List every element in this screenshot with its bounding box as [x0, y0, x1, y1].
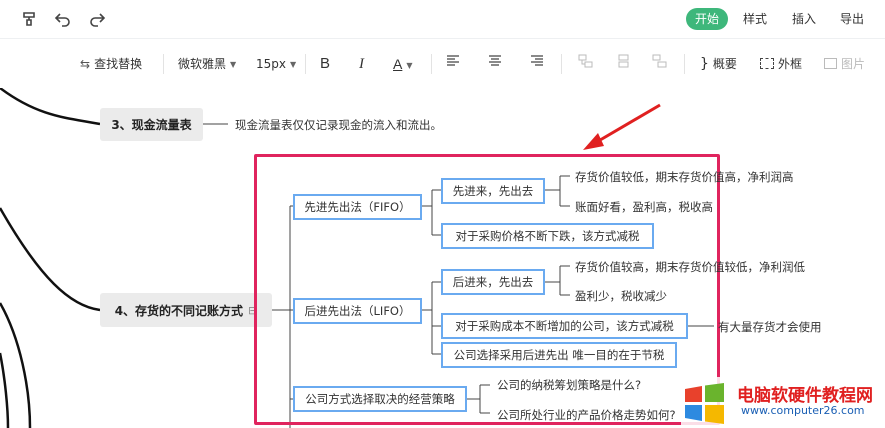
italic-button[interactable]: I [359, 54, 364, 74]
watermark-title: 电脑软硬件教程网 [737, 386, 873, 406]
tab-insert[interactable]: 插入 [792, 8, 816, 30]
child-node-icon [578, 54, 593, 68]
divider [684, 54, 685, 74]
node-fifo-tax-note[interactable]: 对于采购价格不断下跌，该方式减税 [441, 223, 654, 249]
chevron-down-icon: ▼ [290, 60, 297, 69]
node-lifo-tax-note[interactable]: 对于采购成本不断增加的公司，该方式减税 [441, 313, 688, 339]
node-strategy-price-trend[interactable]: 公司所处行业的产品价格走势如何? [497, 407, 676, 423]
node-fifo-low-value[interactable]: 存货价值较低，期末存货价值高，净利润高 [575, 169, 794, 185]
node-label: 4、存货的不同记账方式 [114, 303, 244, 318]
node-label: 3、现金流量表 [111, 118, 192, 132]
node-lifo-last-in[interactable]: 后进来，先出去 [441, 269, 545, 295]
node-lifo-purpose[interactable]: 公司选择采用后进先出 唯一目的在于节税 [441, 342, 677, 368]
find-replace-button[interactable]: ⇆ 查找替换 [80, 54, 142, 74]
outer-frame-label: 外框 [778, 57, 803, 71]
node-cash-flow-statement[interactable]: 3、现金流量表 [100, 108, 203, 141]
align-right-button[interactable] [530, 54, 544, 74]
image-label: 图片 [841, 57, 866, 71]
format-painter-icon[interactable] [18, 8, 40, 30]
node-cash-flow-note[interactable]: 现金流量表仅仅记录现金的流入和流出。 [235, 117, 442, 133]
undo-icon[interactable] [52, 8, 74, 30]
node-lifo[interactable]: 后进先出法（LIFO） [293, 298, 422, 324]
font-size-select[interactable]: 15px ▼ [256, 54, 296, 74]
image-icon [824, 58, 837, 69]
chevron-down-icon: ▼ [406, 61, 413, 70]
mindmap-canvas[interactable]: 3、现金流量表 现金流量表仅仅记录现金的流入和流出。 4、存货的不同记账方式 ⊟… [0, 88, 885, 428]
find-replace-label: 查找替换 [94, 57, 143, 71]
format-toolbar: ⇆ 查找替换 微软雅黑 ▼ 15px ▼ B I A ▼} 概要 外框 图片 [0, 38, 885, 88]
align-center-icon [489, 55, 501, 66]
frame-icon [760, 58, 774, 69]
outer-frame-button[interactable]: 外框 [760, 54, 802, 74]
font-color-button[interactable]: A ▼ [393, 54, 413, 74]
font-color-icon: A [393, 56, 403, 72]
node-strategy[interactable]: 公司方式选择取决的经营策略 [293, 386, 467, 412]
tab-export[interactable]: 导出 [840, 8, 864, 30]
parent-node-icon [652, 54, 667, 68]
bold-button[interactable]: B [320, 54, 330, 74]
top-bar: 开始 样式 插入 导出 [0, 0, 885, 38]
find-replace-icon: ⇆ [80, 57, 91, 71]
summary-button[interactable]: } 概要 [700, 54, 737, 74]
node-lifo-low-profit[interactable]: 盈利少，税收减少 [575, 288, 667, 304]
node-strategy-tax-planning[interactable]: 公司的纳税筹划策略是什么? [497, 377, 641, 393]
font-family-value: 微软雅黑 [178, 57, 227, 71]
divider [431, 54, 432, 74]
node-fifo[interactable]: 先进先出法（FIFO） [293, 194, 422, 220]
sibling-node-icon [618, 54, 629, 68]
image-button[interactable]: 图片 [824, 54, 865, 74]
insert-child-button[interactable] [578, 54, 593, 74]
tab-start[interactable]: 开始 [686, 8, 729, 30]
font-family-select[interactable]: 微软雅黑 ▼ [178, 54, 236, 74]
site-watermark: 电脑软硬件教程网 www.computer26.com [681, 377, 885, 428]
divider [561, 54, 562, 74]
divider [305, 54, 306, 74]
font-size-value: 15px [256, 57, 286, 71]
node-fifo-first-in[interactable]: 先进来，先出去 [441, 178, 545, 204]
node-lifo-high-value[interactable]: 存货价值较高，期末存货价值较低，净利润低 [575, 259, 805, 275]
node-fifo-high-profit[interactable]: 账面好看，盈利高，税收高 [575, 199, 713, 215]
node-inventory-methods[interactable]: 4、存货的不同记账方式 ⊟ [100, 293, 272, 327]
watermark-url: www.computer26.com [741, 404, 865, 417]
insert-parent-button[interactable] [652, 54, 667, 74]
divider [163, 54, 164, 74]
summary-brace-icon: } [700, 56, 709, 72]
node-lifo-large-inventory[interactable]: 有大量存货才会使用 [718, 319, 822, 335]
align-right-icon [531, 55, 543, 66]
align-left-button[interactable] [446, 54, 460, 74]
chevron-down-icon: ▼ [230, 60, 237, 69]
windows-logo-icon [685, 383, 724, 424]
redo-icon[interactable] [86, 8, 108, 30]
align-left-icon [447, 55, 459, 66]
mindmap-editor: 开始 样式 插入 导出 ⇆查找替换 微软雅黑▼ 15px▼ B I A▼ [0, 0, 885, 428]
tab-style[interactable]: 样式 [743, 8, 767, 30]
summary-label: 概要 [712, 57, 737, 71]
insert-sibling-button[interactable] [616, 54, 631, 74]
align-center-button[interactable] [488, 54, 502, 74]
